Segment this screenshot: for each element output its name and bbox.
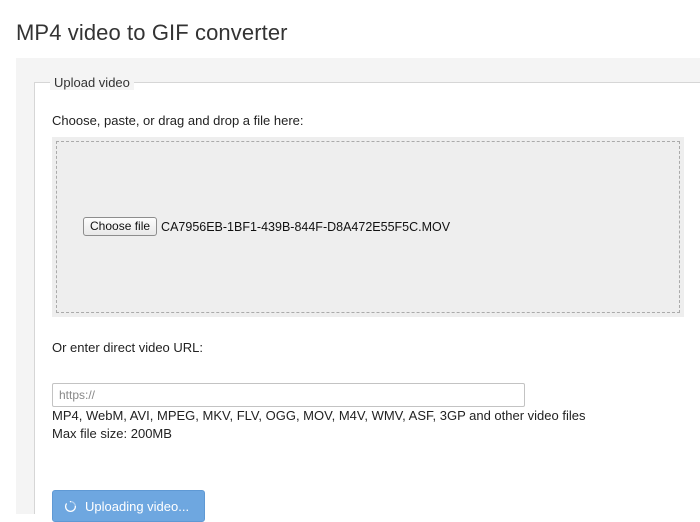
page-title: MP4 video to GIF converter	[16, 20, 288, 45]
converter-panel: Upload video Choose, paste, or drag and …	[16, 58, 700, 522]
dropzone-dashed-area[interactable]: Choose file CA7956EB-1BF1-439B-844F-D8A4…	[56, 141, 680, 313]
max-file-size: Max file size: 200MB	[52, 426, 172, 441]
file-input[interactable]: Choose file CA7956EB-1BF1-439B-844F-D8A4…	[83, 217, 450, 236]
file-dropzone[interactable]: Choose file CA7956EB-1BF1-439B-844F-D8A4…	[52, 137, 684, 317]
upload-instruction: Choose, paste, or drag and drop a file h…	[52, 113, 304, 128]
url-label: Or enter direct video URL:	[52, 340, 204, 355]
upload-legend: Upload video	[50, 75, 134, 90]
video-url-input[interactable]	[52, 383, 525, 407]
upload-button[interactable]: Uploading video...	[52, 490, 205, 522]
spinner-icon	[65, 500, 77, 512]
upload-fieldset: Upload video Choose, paste, or drag and …	[34, 75, 700, 522]
choose-file-button[interactable]: Choose file	[83, 217, 158, 236]
supported-formats: MP4, WebM, AVI, MPEG, MKV, FLV, OGG, MOV…	[52, 408, 586, 423]
upload-button-label: Uploading video...	[85, 498, 190, 514]
selected-file-name: CA7956EB-1BF1-439B-844F-D8A472E55F5C.MOV	[161, 219, 451, 234]
